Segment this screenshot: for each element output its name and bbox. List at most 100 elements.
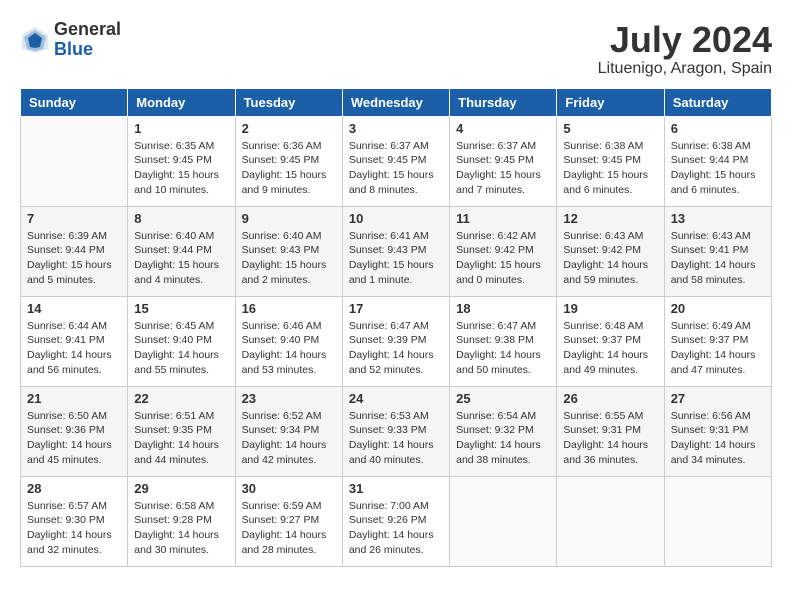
cell-info: Sunrise: 6:53 AM Sunset: 9:33 PM Dayligh… — [349, 409, 443, 468]
day-number: 20 — [671, 301, 765, 316]
day-number: 27 — [671, 391, 765, 406]
cell-info: Sunrise: 6:54 AM Sunset: 9:32 PM Dayligh… — [456, 409, 550, 468]
header-row: Sunday Monday Tuesday Wednesday Thursday… — [21, 88, 772, 116]
calendar-cell-4-3: 23Sunrise: 6:52 AM Sunset: 9:34 PM Dayli… — [235, 386, 342, 476]
day-number: 25 — [456, 391, 550, 406]
day-number: 9 — [242, 211, 336, 226]
calendar-cell-2-2: 8 Sunrise: 6:40 AM Sunset: 9:44 PM Daylig… — [128, 206, 235, 296]
logo-icon — [20, 25, 50, 55]
calendar-cell-1-3: 2 Sunrise: 6:36 AM Sunset: 9:45 PM Daylig… — [235, 116, 342, 206]
col-sunday: Sunday — [21, 88, 128, 116]
calendar-cell-2-3: 9 Sunrise: 6:40 AM Sunset: 9:43 PM Daylig… — [235, 206, 342, 296]
day-number: 26 — [563, 391, 657, 406]
cell-info: Sunrise: 6:39 AM Sunset: 9:44 PM Dayligh… — [27, 229, 121, 288]
day-number: 5 — [563, 121, 657, 136]
calendar-cell-4-5: 25 Sunrise: 6:54 AM Sunset: 9:32 PM Dayli… — [450, 386, 557, 476]
calendar-cell-1-6: 5Sunrise: 6:38 AM Sunset: 9:45 PM Daylig… — [557, 116, 664, 206]
calendar-cell-4-1: 21Sunrise: 6:50 AM Sunset: 9:36 PM Dayli… — [21, 386, 128, 476]
week-row-1: 1 Sunrise: 6:35 AM Sunset: 9:45 PM Daylig… — [21, 116, 772, 206]
col-friday: Friday — [557, 88, 664, 116]
day-number: 21 — [27, 391, 121, 406]
day-number: 8 — [134, 211, 228, 226]
logo-blue: Blue — [54, 40, 121, 60]
cell-info: Sunrise: 6:35 AM Sunset: 9:45 PM Dayligh… — [134, 139, 228, 198]
calendar-cell-1-7: 6 Sunrise: 6:38 AM Sunset: 9:44 PM Daylig… — [664, 116, 771, 206]
calendar-cell-3-6: 19 Sunrise: 6:48 AM Sunset: 9:37 PM Dayli… — [557, 296, 664, 386]
day-number: 3 — [349, 121, 443, 136]
calendar-cell-4-7: 27 Sunrise: 6:56 AM Sunset: 9:31 PM Dayli… — [664, 386, 771, 476]
week-row-3: 14Sunrise: 6:44 AM Sunset: 9:41 PM Dayli… — [21, 296, 772, 386]
cell-info: Sunrise: 6:47 AM Sunset: 9:39 PM Dayligh… — [349, 319, 443, 378]
cell-info: Sunrise: 6:57 AM Sunset: 9:30 PM Dayligh… — [27, 499, 121, 558]
calendar-cell-5-7 — [664, 476, 771, 566]
day-number: 24 — [349, 391, 443, 406]
cell-info: Sunrise: 6:58 AM Sunset: 9:28 PM Dayligh… — [134, 499, 228, 558]
day-number: 22 — [134, 391, 228, 406]
col-wednesday: Wednesday — [342, 88, 449, 116]
location-subtitle: Lituenigo, Aragon, Spain — [598, 60, 772, 78]
cell-info: Sunrise: 6:41 AM Sunset: 9:43 PM Dayligh… — [349, 229, 443, 288]
day-number: 6 — [671, 121, 765, 136]
col-thursday: Thursday — [450, 88, 557, 116]
calendar-table: Sunday Monday Tuesday Wednesday Thursday… — [20, 88, 772, 567]
cell-info: Sunrise: 6:36 AM Sunset: 9:45 PM Dayligh… — [242, 139, 336, 198]
cell-info: Sunrise: 6:46 AM Sunset: 9:40 PM Dayligh… — [242, 319, 336, 378]
cell-info: Sunrise: 6:47 AM Sunset: 9:38 PM Dayligh… — [456, 319, 550, 378]
cell-info: Sunrise: 6:44 AM Sunset: 9:41 PM Dayligh… — [27, 319, 121, 378]
cell-info: Sunrise: 6:49 AM Sunset: 9:37 PM Dayligh… — [671, 319, 765, 378]
calendar-cell-3-5: 18 Sunrise: 6:47 AM Sunset: 9:38 PM Dayli… — [450, 296, 557, 386]
day-number: 18 — [456, 301, 550, 316]
cell-info: Sunrise: 6:43 AM Sunset: 9:41 PM Dayligh… — [671, 229, 765, 288]
month-year-title: July 2024 — [598, 20, 772, 60]
week-row-2: 7 Sunrise: 6:39 AM Sunset: 9:44 PM Daylig… — [21, 206, 772, 296]
col-monday: Monday — [128, 88, 235, 116]
cell-info: Sunrise: 6:48 AM Sunset: 9:37 PM Dayligh… — [563, 319, 657, 378]
calendar-cell-2-6: 12Sunrise: 6:43 AM Sunset: 9:42 PM Dayli… — [557, 206, 664, 296]
logo-general: General — [54, 20, 121, 40]
day-number: 23 — [242, 391, 336, 406]
calendar-cell-4-4: 24 Sunrise: 6:53 AM Sunset: 9:33 PM Dayli… — [342, 386, 449, 476]
calendar-cell-1-5: 4Sunrise: 6:37 AM Sunset: 9:45 PM Daylig… — [450, 116, 557, 206]
calendar-cell-2-1: 7 Sunrise: 6:39 AM Sunset: 9:44 PM Daylig… — [21, 206, 128, 296]
calendar-cell-2-7: 13Sunrise: 6:43 AM Sunset: 9:41 PM Dayli… — [664, 206, 771, 296]
calendar-cell-3-7: 20 Sunrise: 6:49 AM Sunset: 9:37 PM Dayli… — [664, 296, 771, 386]
cell-info: Sunrise: 7:00 AM Sunset: 9:26 PM Dayligh… — [349, 499, 443, 558]
calendar-cell-1-1 — [21, 116, 128, 206]
cell-info: Sunrise: 6:45 AM Sunset: 9:40 PM Dayligh… — [134, 319, 228, 378]
cell-info: Sunrise: 6:37 AM Sunset: 9:45 PM Dayligh… — [456, 139, 550, 198]
cell-info: Sunrise: 6:40 AM Sunset: 9:43 PM Dayligh… — [242, 229, 336, 288]
page-header: General Blue July 2024 Lituenigo, Aragon… — [20, 20, 772, 78]
col-tuesday: Tuesday — [235, 88, 342, 116]
calendar-cell-2-5: 11Sunrise: 6:42 AM Sunset: 9:42 PM Dayli… — [450, 206, 557, 296]
cell-info: Sunrise: 6:37 AM Sunset: 9:45 PM Dayligh… — [349, 139, 443, 198]
calendar-cell-5-5 — [450, 476, 557, 566]
calendar-cell-3-3: 16 Sunrise: 6:46 AM Sunset: 9:40 PM Dayli… — [235, 296, 342, 386]
title-block: July 2024 Lituenigo, Aragon, Spain — [598, 20, 772, 78]
calendar-body: 1 Sunrise: 6:35 AM Sunset: 9:45 PM Daylig… — [21, 116, 772, 566]
calendar-cell-5-6 — [557, 476, 664, 566]
cell-info: Sunrise: 6:56 AM Sunset: 9:31 PM Dayligh… — [671, 409, 765, 468]
day-number: 16 — [242, 301, 336, 316]
day-number: 19 — [563, 301, 657, 316]
day-number: 12 — [563, 211, 657, 226]
cell-info: Sunrise: 6:55 AM Sunset: 9:31 PM Dayligh… — [563, 409, 657, 468]
calendar-cell-3-2: 15Sunrise: 6:45 AM Sunset: 9:40 PM Dayli… — [128, 296, 235, 386]
cell-info: Sunrise: 6:40 AM Sunset: 9:44 PM Dayligh… — [134, 229, 228, 288]
day-number: 10 — [349, 211, 443, 226]
calendar-cell-3-4: 17 Sunrise: 6:47 AM Sunset: 9:39 PM Dayli… — [342, 296, 449, 386]
calendar-cell-5-3: 30Sunrise: 6:59 AM Sunset: 9:27 PM Dayli… — [235, 476, 342, 566]
cell-info: Sunrise: 6:51 AM Sunset: 9:35 PM Dayligh… — [134, 409, 228, 468]
cell-info: Sunrise: 6:59 AM Sunset: 9:27 PM Dayligh… — [242, 499, 336, 558]
day-number: 1 — [134, 121, 228, 136]
logo: General Blue — [20, 20, 121, 60]
calendar-cell-4-2: 22 Sunrise: 6:51 AM Sunset: 9:35 PM Dayli… — [128, 386, 235, 476]
col-saturday: Saturday — [664, 88, 771, 116]
cell-info: Sunrise: 6:38 AM Sunset: 9:44 PM Dayligh… — [671, 139, 765, 198]
day-number: 17 — [349, 301, 443, 316]
calendar-cell-4-6: 26 Sunrise: 6:55 AM Sunset: 9:31 PM Dayli… — [557, 386, 664, 476]
week-row-5: 28Sunrise: 6:57 AM Sunset: 9:30 PM Dayli… — [21, 476, 772, 566]
day-number: 7 — [27, 211, 121, 226]
calendar-cell-1-4: 3 Sunrise: 6:37 AM Sunset: 9:45 PM Daylig… — [342, 116, 449, 206]
day-number: 2 — [242, 121, 336, 136]
week-row-4: 21Sunrise: 6:50 AM Sunset: 9:36 PM Dayli… — [21, 386, 772, 476]
